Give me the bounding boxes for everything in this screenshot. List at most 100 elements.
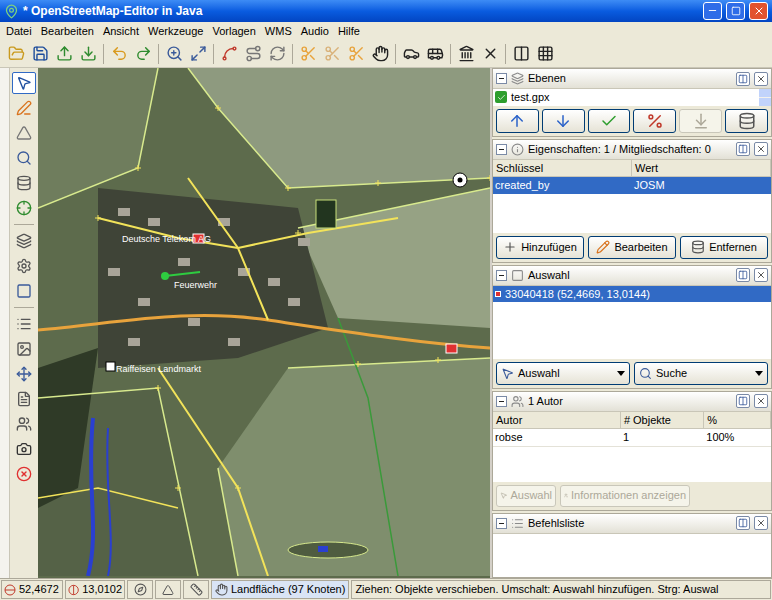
undock-button[interactable]: [736, 516, 750, 530]
layer-button[interactable]: [542, 109, 585, 133]
toolbar-button[interactable]: [344, 42, 368, 66]
toolbar-button[interactable]: [423, 42, 447, 66]
undock-button[interactable]: [736, 268, 750, 282]
bus-icon: [427, 45, 444, 62]
toolbar-button[interactable]: [399, 42, 423, 66]
map-label[interactable]: Deutsche Telekom AG: [122, 234, 211, 245]
author-button[interactable]: Informationen anzeigen: [560, 485, 690, 507]
mode-button[interactable]: [12, 255, 36, 277]
button-label: Bearbeiten: [614, 239, 667, 256]
map-label[interactable]: Raiffeisen Landmarkt: [116, 364, 201, 375]
toolbar-button[interactable]: [368, 42, 392, 66]
mode-button[interactable]: [12, 438, 36, 460]
panel-header[interactable]: Befehlsliste: [493, 514, 771, 534]
menu-item[interactable]: Hilfe: [334, 23, 364, 40]
close-window-button[interactable]: [749, 2, 768, 20]
scrollbar[interactable]: [759, 89, 771, 106]
menu-item[interactable]: Vorlagen: [208, 23, 259, 40]
layer-button[interactable]: [588, 109, 631, 133]
toolbar-button[interactable]: [28, 42, 52, 66]
layer-button[interactable]: [633, 109, 676, 133]
toolbar-button[interactable]: [162, 42, 186, 66]
collapse-icon[interactable]: [496, 73, 507, 84]
minimize-button[interactable]: [703, 2, 722, 20]
mode-button[interactable]: [12, 72, 36, 94]
author-button[interactable]: Auswahl: [496, 485, 556, 507]
mode-button[interactable]: [12, 230, 36, 252]
column-header[interactable]: Wert: [632, 160, 771, 177]
collapse-icon[interactable]: [496, 396, 507, 407]
toolbar-button[interactable]: [52, 42, 76, 66]
maximize-button[interactable]: [726, 2, 745, 20]
mode-button[interactable]: [12, 413, 36, 435]
properties-button[interactable]: Bearbeiten: [588, 236, 676, 259]
menu-item[interactable]: Datei: [2, 23, 36, 40]
toolbar-button[interactable]: [265, 42, 289, 66]
layer-row[interactable]: test.gpx: [493, 89, 759, 106]
close-button[interactable]: [754, 72, 768, 86]
layer-button[interactable]: [679, 109, 722, 133]
toolbar-button[interactable]: [131, 42, 155, 66]
table-row[interactable]: robse1100%: [493, 429, 771, 447]
mode-button[interactable]: [12, 147, 36, 169]
toolbar-button[interactable]: [107, 42, 131, 66]
close-button[interactable]: [754, 516, 768, 530]
toolbar-button[interactable]: [4, 42, 28, 66]
toolbar-button[interactable]: [241, 42, 265, 66]
collapse-icon[interactable]: [496, 144, 507, 155]
column-header[interactable]: Autor: [493, 412, 621, 429]
mode-button[interactable]: [12, 97, 36, 119]
menu-item[interactable]: Werkzeuge: [144, 23, 207, 40]
undock-button[interactable]: [736, 142, 750, 156]
mode-button[interactable]: [12, 338, 36, 360]
properties-button[interactable]: Hinzufügen: [496, 236, 584, 259]
mode-button[interactable]: [12, 313, 36, 335]
column-header[interactable]: %: [704, 412, 771, 429]
mode-button[interactable]: [12, 280, 36, 302]
column-header[interactable]: Schlüssel: [493, 160, 632, 177]
mode-button[interactable]: [12, 197, 36, 219]
close-button[interactable]: [754, 394, 768, 408]
toolbar-separator: [158, 44, 159, 64]
map-view[interactable]: Deutsche Telekom AG Feuerwehr Raiffeisen L…: [38, 68, 490, 578]
table-row[interactable]: created_byJOSM: [493, 177, 771, 194]
toolbar-button[interactable]: [186, 42, 210, 66]
column-header[interactable]: # Objekte: [621, 412, 704, 429]
mode-button[interactable]: [12, 122, 36, 144]
layer-button[interactable]: [725, 109, 768, 133]
toolbar-button[interactable]: [533, 42, 557, 66]
title-bar[interactable]: * OpenStreetMap-Editor in Java: [0, 0, 772, 22]
collapse-icon[interactable]: [496, 518, 507, 529]
selection-button[interactable]: Auswahl: [496, 362, 630, 385]
selection-button[interactable]: Suche: [634, 362, 768, 385]
close-button[interactable]: [754, 268, 768, 282]
collapse-icon[interactable]: [496, 270, 507, 281]
panel-header[interactable]: 1 Autor: [493, 392, 771, 412]
toolbar-button[interactable]: [478, 42, 502, 66]
toolbar-button[interactable]: [296, 42, 320, 66]
selection-item[interactable]: 33040418 (52,4669, 13,0144): [493, 286, 771, 303]
lower-icon: [692, 112, 710, 130]
close-button[interactable]: [754, 142, 768, 156]
mode-button[interactable]: [12, 363, 36, 385]
menu-item[interactable]: Ansicht: [99, 23, 143, 40]
toolbar-button[interactable]: [217, 42, 241, 66]
toolbar-button[interactable]: [509, 42, 533, 66]
undock-button[interactable]: [736, 394, 750, 408]
panel-header[interactable]: Ebenen: [493, 69, 771, 89]
map-label[interactable]: Feuerwehr: [174, 280, 217, 291]
toolbar-button[interactable]: [454, 42, 478, 66]
menu-item[interactable]: Audio: [297, 23, 333, 40]
mode-button[interactable]: [12, 463, 36, 485]
panel-header[interactable]: Auswahl: [493, 266, 771, 286]
menu-item[interactable]: Bearbeiten: [37, 23, 98, 40]
undock-button[interactable]: [736, 72, 750, 86]
menu-item[interactable]: WMS: [261, 23, 296, 40]
toolbar-button[interactable]: [320, 42, 344, 66]
mode-button[interactable]: [12, 388, 36, 410]
toolbar-button[interactable]: [76, 42, 100, 66]
properties-button[interactable]: Entfernen: [680, 236, 768, 259]
panel-header[interactable]: Eigenschaften: 1 / Mitgliedschaften: 0: [493, 140, 771, 160]
layer-button[interactable]: [496, 109, 539, 133]
mode-button[interactable]: [12, 172, 36, 194]
